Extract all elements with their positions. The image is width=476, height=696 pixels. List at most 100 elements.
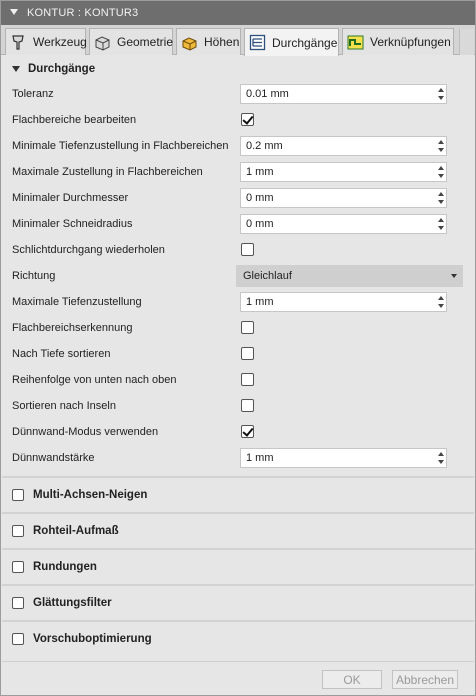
max-tiefenzustellung-label: Maximale Tiefenzustellung [12, 296, 142, 308]
collapse-arrow-icon[interactable] [10, 9, 18, 15]
max-tiefenzustellung-input[interactable] [241, 293, 437, 311]
min-durchmesser-field[interactable] [240, 188, 447, 208]
nach-tiefe-label: Nach Tiefe sortieren [12, 348, 111, 360]
row-duennwand-modus: Dünnwand-Modus verwenden [2, 419, 474, 445]
ok-button[interactable]: OK [322, 670, 382, 689]
group-label: Rohteil-Aufmaß [33, 524, 119, 537]
duennwand-modus-checkbox[interactable] [241, 425, 254, 438]
tab-label: Durchgänge [272, 35, 338, 50]
row-inseln: Sortieren nach Inseln [2, 393, 474, 419]
spin-up-icon[interactable] [438, 192, 444, 196]
row-richtung: Richtung Gleichlauf [2, 263, 474, 289]
spin-down-icon[interactable] [438, 174, 444, 178]
toleranz-spinner[interactable] [437, 86, 445, 102]
duennwandstaerke-label: Dünnwandstärke [12, 452, 95, 464]
row-min-durchmesser: Minimaler Durchmesser [2, 185, 474, 211]
spin-down-icon[interactable] [438, 200, 444, 204]
spin-down-icon[interactable] [438, 226, 444, 230]
geometry-icon [94, 34, 111, 51]
row-nach-tiefe: Nach Tiefe sortieren [2, 341, 474, 367]
group-label: Rundungen [33, 560, 97, 573]
spin-up-icon[interactable] [438, 218, 444, 222]
min-schneidradius-spinner[interactable] [437, 216, 445, 232]
spin-up-icon[interactable] [438, 88, 444, 92]
tab-verknuepfungen[interactable]: Verknüpfungen [342, 28, 454, 55]
max-zustellung-spinner[interactable] [437, 164, 445, 180]
spin-up-icon[interactable] [438, 296, 444, 300]
linking-icon [347, 34, 364, 51]
spin-up-icon[interactable] [438, 452, 444, 456]
group-label: Multi-Achsen-Neigen [33, 488, 148, 501]
inseln-checkbox[interactable] [241, 399, 254, 412]
group-checkbox[interactable] [12, 596, 24, 609]
reihenfolge-checkbox[interactable] [241, 373, 254, 386]
nach-tiefe-checkbox[interactable] [241, 347, 254, 360]
tab-hoehen[interactable]: Höhen [176, 28, 241, 55]
duennwandstaerke-spinner[interactable] [437, 450, 445, 466]
row-min-tiefenzustellung: Minimale Tiefenzustellung in Flachbereic… [2, 133, 474, 159]
richtung-value: Gleichlauf [243, 270, 292, 282]
spin-up-icon[interactable] [438, 166, 444, 170]
section-title: Durchgänge [28, 63, 96, 75]
max-zustellung-label: Maximale Zustellung in Flachbereichen [12, 166, 203, 178]
title-bar[interactable]: KONTUR : KONTUR3 [1, 1, 475, 25]
spin-down-icon[interactable] [438, 460, 444, 464]
toleranz-input[interactable] [241, 85, 437, 103]
flachbereichserkennung-checkbox[interactable] [241, 321, 254, 334]
row-flachbereiche: Flachbereiche bearbeiten [2, 107, 474, 133]
tab-geometrie[interactable]: Geometrie [89, 28, 173, 55]
parameters-panel: Durchgänge Toleranz Flachbereiche bearbe… [2, 56, 474, 661]
row-reihenfolge: Reihenfolge von unten nach oben [2, 367, 474, 393]
row-duennwandstaerke: Dünnwandstärke [2, 445, 474, 471]
toleranz-field[interactable] [240, 84, 447, 104]
cancel-button[interactable]: Abbrechen [392, 670, 458, 689]
row-flachbereichserkennung: Flachbereichserkennung [2, 315, 474, 341]
tab-label: Höhen [204, 35, 240, 49]
group-rohteil-aufmass[interactable]: Rohteil-Aufmaß [2, 512, 474, 547]
group-checkbox[interactable] [12, 632, 24, 645]
tab-werkzeug[interactable]: Werkzeug [5, 28, 87, 55]
min-tiefenzustellung-spinner[interactable] [437, 138, 445, 154]
reihenfolge-label: Reihenfolge von unten nach oben [12, 374, 177, 386]
min-tiefenzustellung-field[interactable] [240, 136, 447, 156]
schlichtdurchgang-checkbox[interactable] [241, 243, 254, 256]
min-durchmesser-input[interactable] [241, 189, 437, 207]
duennwandstaerke-input[interactable] [241, 449, 437, 467]
duennwandstaerke-field[interactable] [240, 448, 447, 468]
tab-durchgaenge[interactable]: Durchgänge [244, 28, 339, 56]
max-tiefenzustellung-spinner[interactable] [437, 294, 445, 310]
max-zustellung-input[interactable] [241, 163, 437, 181]
group-rundungen[interactable]: Rundungen [2, 548, 474, 583]
richtung-label: Richtung [12, 270, 56, 282]
group-multi-achsen-neigen[interactable]: Multi-Achsen-Neigen [2, 476, 474, 511]
inseln-label: Sortieren nach Inseln [12, 400, 116, 412]
richtung-dropdown[interactable]: Gleichlauf [236, 265, 463, 287]
passes-icon [249, 34, 266, 51]
tab-scroll-button[interactable] [459, 29, 474, 55]
min-schneidradius-field[interactable] [240, 214, 447, 234]
tab-label: Verknüpfungen [370, 35, 451, 49]
group-vorschuboptimierung[interactable]: Vorschuboptimierung [2, 620, 474, 655]
flachbereiche-checkbox[interactable] [241, 113, 254, 126]
dropdown-arrow-icon[interactable] [451, 274, 457, 278]
spin-up-icon[interactable] [438, 140, 444, 144]
section-header-durchgaenge[interactable]: Durchgänge [2, 56, 474, 82]
max-tiefenzustellung-field[interactable] [240, 292, 447, 312]
group-checkbox[interactable] [12, 524, 24, 537]
dialog-footer: OK Abbrechen [2, 661, 474, 695]
group-checkbox[interactable] [12, 560, 24, 573]
spin-down-icon[interactable] [438, 304, 444, 308]
min-schneidradius-input[interactable] [241, 215, 437, 233]
window-title: KONTUR : KONTUR3 [27, 7, 139, 19]
min-tiefenzustellung-input[interactable] [241, 137, 437, 155]
row-toleranz: Toleranz [2, 81, 474, 107]
tool-icon [10, 34, 27, 51]
group-checkbox[interactable] [12, 488, 24, 501]
min-durchmesser-spinner[interactable] [437, 190, 445, 206]
spin-down-icon[interactable] [438, 148, 444, 152]
row-schlichtdurchgang: Schlichtdurchgang wiederholen [2, 237, 474, 263]
spin-down-icon[interactable] [438, 96, 444, 100]
group-glaettungsfilter[interactable]: Glättungsfilter [2, 584, 474, 619]
dialog-window: KONTUR : KONTUR3 Werkzeug Geometrie Höhe… [0, 0, 476, 696]
max-zustellung-field[interactable] [240, 162, 447, 182]
